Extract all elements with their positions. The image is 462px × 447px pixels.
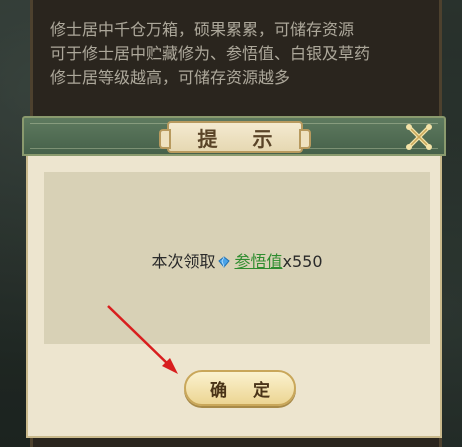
- dialog-header: 提 示: [22, 116, 446, 156]
- reward-item-link[interactable]: 参悟值: [234, 252, 282, 271]
- dialog-title: 提 示: [197, 126, 287, 151]
- confirm-button[interactable]: 确 定: [184, 370, 296, 406]
- reward-message: 本次领取 参悟值x550: [44, 248, 430, 272]
- red-arrow-annotation: [107, 305, 178, 374]
- tip-dialog: 提 示 本次领取 参悟值x550 确 定: [22, 116, 446, 438]
- close-button[interactable]: [402, 120, 436, 154]
- confirm-label: 确 定: [210, 380, 280, 401]
- reward-amount: x550: [282, 252, 323, 271]
- close-icon: [406, 124, 432, 150]
- reward-prefix: 本次领取: [151, 252, 216, 271]
- dialog-body: 本次领取 参悟值x550 确 定: [26, 156, 442, 438]
- blue-gem-icon: [218, 256, 231, 268]
- title-plate: 提 示: [159, 121, 311, 153]
